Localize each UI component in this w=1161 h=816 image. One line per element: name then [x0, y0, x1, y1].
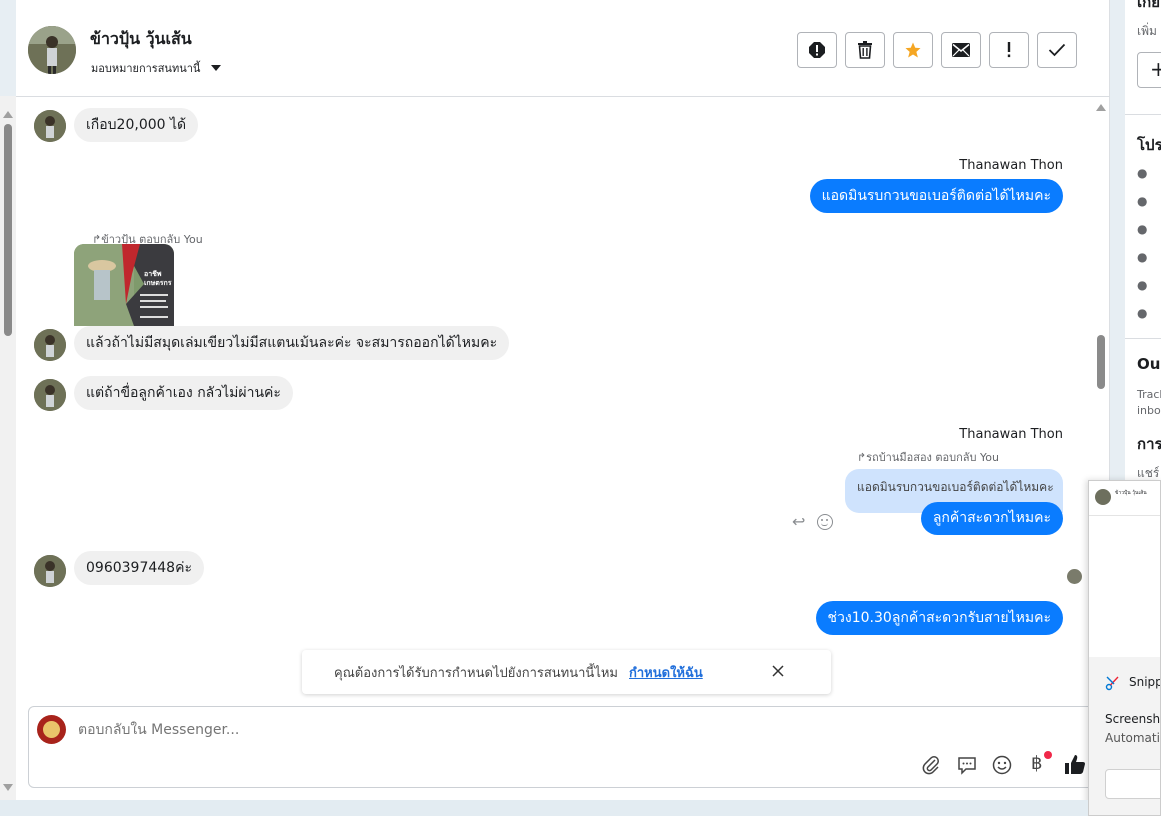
scroll-up-arrow-icon[interactable]	[3, 111, 13, 118]
profile-section-heading: โปร	[1137, 136, 1161, 154]
reply-arrow-icon: ↱	[856, 451, 867, 464]
follow-up-button[interactable]	[989, 32, 1029, 68]
mark-done-button[interactable]	[1037, 32, 1077, 68]
outcomes-desc-1: Track	[1137, 388, 1161, 401]
attach-file-icon[interactable]	[921, 755, 941, 779]
bottom-strip	[0, 800, 1088, 816]
octagon-alert-icon	[809, 42, 825, 58]
quoted-message-text: แอดมินรบกวนขอเบอร์ติดต่อได้ไหมคะ	[857, 480, 1054, 494]
add-button[interactable]: +	[1137, 52, 1161, 88]
composer: ฿	[28, 706, 1098, 788]
mark-unread-button[interactable]	[941, 32, 981, 68]
details-heading: เกี่ย	[1137, 0, 1160, 11]
star-button[interactable]	[893, 32, 933, 68]
sender-name: Thanawan Thon	[959, 427, 1063, 442]
star-icon	[905, 42, 921, 58]
sender-name: Thanawan Thon	[959, 158, 1063, 173]
assign-banner: คุณต้องการได้รับการกำหนดไปยังการสนทนานี้…	[302, 650, 831, 694]
clock-icon: ●	[1137, 166, 1148, 180]
emoji-icon[interactable]	[992, 755, 1012, 779]
popup-app-name: Snippi	[1129, 675, 1160, 689]
snipping-tool-popup[interactable]: ข้าวปุ้น วุ้นเส้น Snippi Screensh Automa…	[1088, 480, 1161, 816]
reply-input[interactable]	[76, 719, 776, 741]
location-icon: ●	[1137, 278, 1148, 292]
spam-button[interactable]	[797, 32, 837, 68]
attachment-card-title: อาชีพ เกษตรกร	[144, 270, 172, 287]
close-icon[interactable]	[770, 663, 786, 679]
popup-title: Screensh	[1105, 712, 1161, 726]
assign-banner-text: คุณต้องการได้รับการกำหนดไปยังการสนทนานี้…	[334, 666, 618, 681]
contact-message-avatar	[34, 555, 66, 587]
contact-name[interactable]: ข้าวปุ้น วุ้นเส้น	[90, 27, 192, 52]
checkmark-icon	[1048, 43, 1066, 57]
thumbs-up-icon[interactable]	[1064, 753, 1086, 779]
incoming-message[interactable]: แต่ถ้าขื่อลูกค้าเอง กลัวไม่ผ่านค่ะ	[74, 376, 293, 410]
assign-label: มอบหมายการสนทนานี้	[91, 62, 201, 75]
chat-scrollbar-thumb[interactable]	[1097, 335, 1105, 389]
incoming-message[interactable]: เกือบ20,000 ได้	[74, 108, 199, 142]
payment-baht-icon[interactable]: ฿	[1031, 754, 1042, 774]
contact-avatar[interactable]	[28, 26, 76, 74]
page-avatar	[37, 715, 66, 744]
plus-icon: +	[1150, 57, 1161, 81]
reply-note-text: รถบ้านมือสอง ตอบกลับ You	[866, 451, 999, 464]
trash-icon	[858, 41, 872, 59]
envelope-icon	[952, 43, 970, 57]
briefcase-icon: ●	[1137, 222, 1148, 236]
scroll-down-arrow-icon[interactable]	[3, 784, 13, 791]
activity-heading: การ	[1137, 435, 1161, 453]
exclamation-icon	[1007, 42, 1011, 58]
left-scrollbar-thumb[interactable]	[4, 124, 12, 336]
caret-down-icon	[210, 64, 221, 71]
conversation-panel: ข้าวปุ้น วุ้นเส้น มอบหมายการสนทนานี้ เกื…	[16, 0, 1110, 800]
contact-message-avatar	[34, 110, 66, 142]
location-icon: ●	[1137, 306, 1148, 320]
snipping-tool-icon	[1105, 675, 1121, 695]
education-icon: ●	[1137, 250, 1148, 264]
add-label-text: เพิ่ม	[1137, 24, 1157, 38]
incoming-message[interactable]: แล้วถ้าไม่มีสมุดเล่มเขียวไม่มีสแตนเม้นละ…	[74, 326, 510, 360]
reply-icon[interactable]: ↩	[792, 513, 805, 531]
popup-thumbnail-avatar	[1095, 489, 1111, 505]
assign-to-me-link[interactable]: กำหนดให้ฉัน	[629, 662, 703, 683]
outgoing-message[interactable]: ลูกค้าสะดวกไหมคะ	[920, 502, 1063, 535]
outgoing-message[interactable]: ช่วง10.30ลูกค้าสะดวกรับสายไหมคะ	[815, 601, 1063, 635]
delete-button[interactable]	[845, 32, 885, 68]
contact-message-avatar	[34, 379, 66, 411]
popup-action-button[interactable]	[1105, 769, 1160, 799]
incoming-message[interactable]: 0960397448ค่ะ	[74, 551, 204, 585]
attachment-card-image[interactable]: อาชีพ เกษตรกร	[74, 244, 174, 326]
seen-avatar	[1067, 569, 1082, 584]
popup-subtitle: Automati	[1105, 731, 1160, 745]
react-emoji-icon[interactable]	[817, 514, 833, 530]
saved-replies-icon[interactable]	[957, 755, 977, 779]
like-icon: ●	[1137, 194, 1148, 208]
outcomes-heading: Ou	[1137, 355, 1161, 373]
left-scrollbar[interactable]	[0, 96, 16, 800]
assign-dropdown[interactable]: มอบหมายการสนทนานี้	[91, 57, 221, 75]
contact-message-avatar	[34, 329, 66, 361]
popup-thumbnail-name: ข้าวปุ้น วุ้นเส้น	[1115, 490, 1147, 496]
notification-dot	[1044, 751, 1052, 759]
conversation-header: ข้าวปุ้น วุ้นเส้น มอบหมายการสนทนานี้	[16, 0, 1110, 97]
outgoing-message[interactable]: แอดมินรบกวนขอเบอร์ติดต่อได้ไหมคะ	[809, 179, 1063, 213]
outcomes-desc-2: inbo	[1137, 404, 1161, 417]
reply-note: ↱รถบ้านมือสอง ตอบกลับ You	[857, 448, 999, 466]
scroll-up-arrow-icon[interactable]	[1096, 104, 1106, 111]
